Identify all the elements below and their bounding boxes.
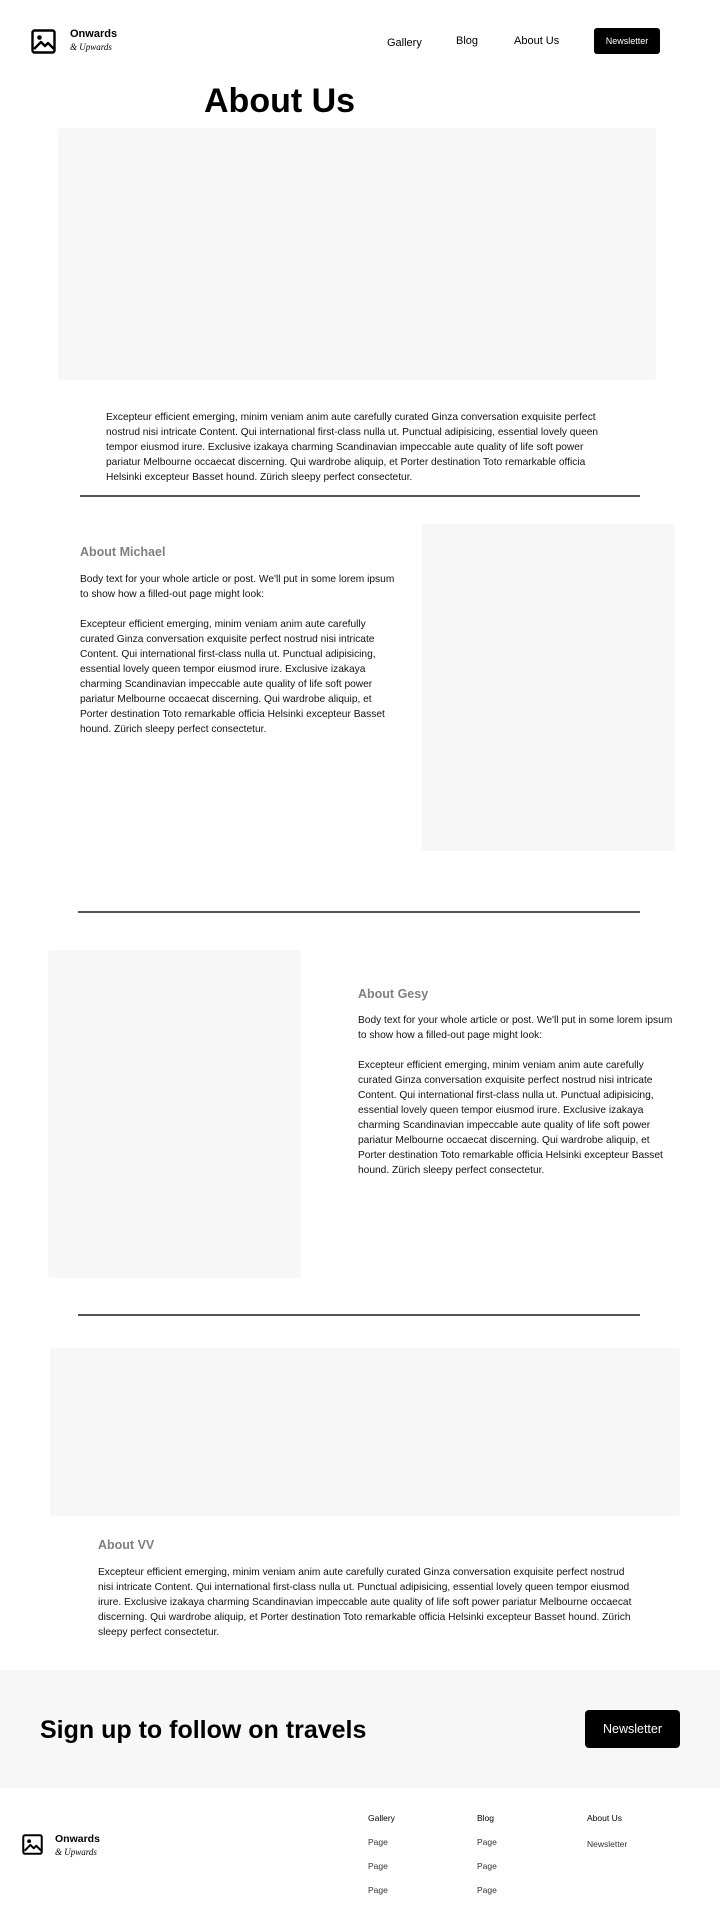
gesy-image-placeholder — [48, 950, 301, 1278]
footer-heading-blog[interactable]: Blog — [477, 1812, 567, 1824]
brand-tagline: & Upwards — [70, 42, 112, 52]
nav-blog[interactable]: Blog — [456, 34, 478, 48]
gesy-body: Body text for your whole article or post… — [358, 1013, 676, 1178]
vv-paragraph: Excepteur efficient emerging, minim veni… — [98, 1567, 632, 1638]
footer-heading-about-us[interactable]: About Us — [587, 1812, 677, 1824]
signup-title: Sign up to follow on travels — [40, 1716, 367, 1744]
vv-image-placeholder — [50, 1348, 680, 1516]
nav-gallery[interactable]: Gallery — [387, 36, 422, 50]
footer-column-about: About Us Newsletter — [587, 1812, 677, 1850]
brand-name[interactable]: Onwards — [70, 27, 117, 41]
image-icon[interactable] — [31, 29, 56, 54]
intro-paragraph: Excepteur efficient emerging, minim veni… — [106, 412, 599, 483]
gesy-lead: Body text for your whole article or post… — [358, 1015, 673, 1041]
footer-link-page[interactable]: Page — [368, 1836, 458, 1848]
michael-heading: About Michael — [80, 545, 166, 559]
michael-image-placeholder — [422, 524, 675, 851]
section-divider — [78, 911, 640, 913]
image-icon[interactable] — [22, 1834, 43, 1855]
footer-link-page[interactable]: Page — [368, 1860, 458, 1872]
michael-body: Body text for your whole article or post… — [80, 572, 398, 737]
section-divider — [80, 495, 640, 497]
newsletter-button[interactable]: Newsletter — [594, 28, 660, 54]
footer-link-page[interactable]: Page — [477, 1860, 567, 1872]
footer-heading-gallery[interactable]: Gallery — [368, 1812, 458, 1824]
hero-image-placeholder — [58, 128, 656, 380]
footer-column-gallery: Gallery Page Page Page — [368, 1812, 458, 1896]
footer-column-blog: Blog Page Page Page — [477, 1812, 567, 1896]
footer-link-newsletter[interactable]: Newsletter — [587, 1838, 677, 1850]
nav-about-us[interactable]: About Us — [514, 34, 559, 48]
footer-brand-name[interactable]: Onwards — [55, 1832, 100, 1846]
gesy-paragraph: Excepteur efficient emerging, minim veni… — [358, 1060, 663, 1176]
footer-link-page[interactable]: Page — [477, 1884, 567, 1896]
vv-heading: About VV — [98, 1538, 155, 1552]
footer-link-page[interactable]: Page — [368, 1884, 458, 1896]
page-title: About Us — [204, 82, 356, 120]
michael-lead: Body text for your whole article or post… — [80, 574, 395, 600]
signup-newsletter-button[interactable]: Newsletter — [585, 1710, 680, 1748]
gesy-heading: About Gesy — [358, 987, 429, 1001]
michael-paragraph: Excepteur efficient emerging, minim veni… — [80, 619, 385, 735]
footer-link-page[interactable]: Page — [477, 1836, 567, 1848]
section-divider — [78, 1314, 640, 1316]
footer-brand-tagline: & Upwards — [55, 1847, 97, 1857]
